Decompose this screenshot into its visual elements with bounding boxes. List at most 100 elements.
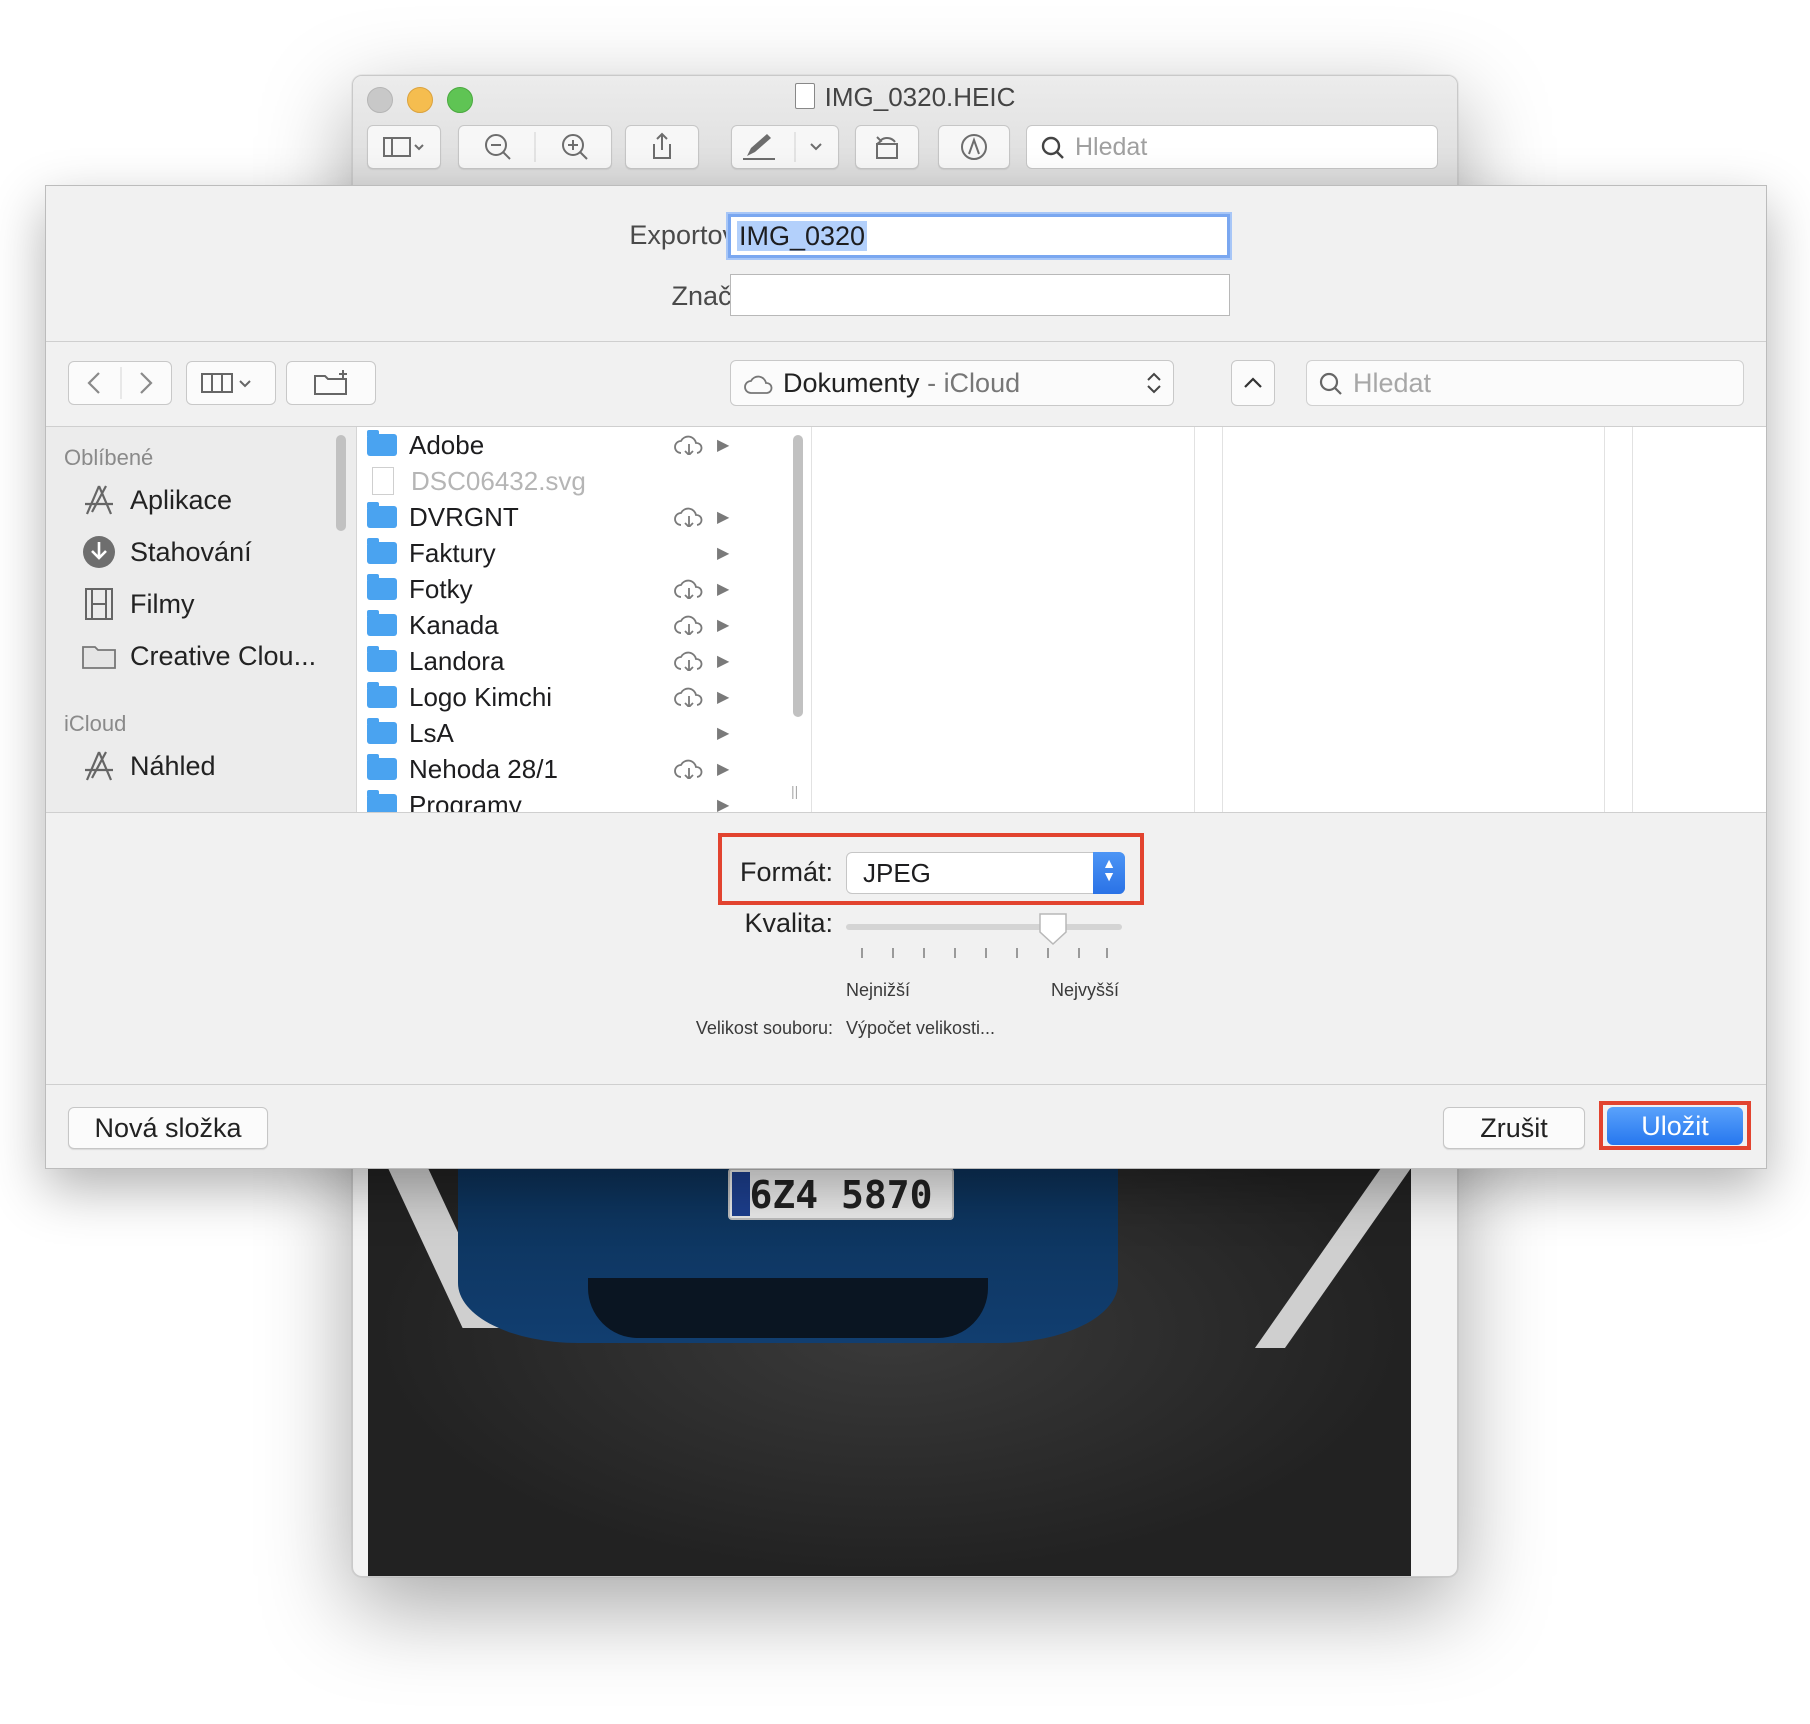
cancel-button[interactable]: Zrušit [1443, 1107, 1585, 1149]
file-row[interactable]: Adobe ▶ [367, 427, 737, 463]
folder-icon [367, 430, 397, 456]
sidebar: Oblíbené Aplikace Stahování Filmy Creati… [46, 427, 357, 812]
rotate-button[interactable] [855, 125, 919, 169]
annotate-button[interactable] [938, 125, 1010, 169]
disclosure-arrow-icon: ▶ [717, 761, 730, 778]
file-name: LsA [409, 717, 454, 748]
file-row[interactable]: Programy ▶ [367, 787, 737, 813]
export-name-field[interactable]: IMG_0320 [728, 214, 1230, 258]
file-row[interactable]: LsA ▶ [367, 715, 737, 751]
sidebar-header-favorites: Oblíbené [64, 445, 154, 470]
slider-tick [985, 948, 987, 958]
quality-min-label: Nejnižší [846, 980, 911, 1000]
disclosure-arrow-icon: ▶ [717, 437, 730, 454]
file-name: DSC06432.svg [411, 465, 586, 496]
view-mode-button[interactable] [186, 361, 276, 405]
sidebar-toggle-button[interactable] [367, 125, 441, 169]
file-row[interactable]: Nehoda 28/1 ▶ [367, 751, 737, 787]
file-icon [372, 467, 394, 495]
sidebar-item-filmy[interactable]: Filmy [80, 584, 194, 624]
sidebar-item-nahled[interactable]: Náhled [80, 746, 216, 786]
window-title: IMG_0320.HEIC [353, 82, 1457, 113]
column-divider[interactable] [1604, 427, 1605, 812]
sidebar-scrollbar[interactable] [336, 435, 346, 531]
sidebar-item-label: Stahování [130, 536, 252, 567]
rotate-icon [876, 136, 898, 159]
quality-max-label: Nejvyšší [1051, 980, 1120, 1000]
location-sub: iCloud [943, 368, 1021, 398]
file-row[interactable]: Fotky ▶ [367, 571, 737, 607]
filesize-label: Velikost souboru: [695, 1018, 833, 1038]
window-title-text: IMG_0320.HEIC [824, 82, 1016, 112]
sidebar-item-aplikace[interactable]: Aplikace [80, 480, 232, 520]
file-row[interactable]: Faktury ▶ [367, 535, 737, 571]
disclosure-arrow-icon: ▶ [717, 689, 730, 706]
search-icon [1041, 136, 1064, 159]
file-name: Nehoda 28/1 [409, 753, 558, 784]
file-column-scrollbar[interactable] [793, 435, 803, 717]
file-name: Faktury [409, 537, 496, 568]
road-marking [1254, 1168, 1411, 1348]
new-folder-button[interactable]: Nová složka [68, 1107, 268, 1149]
cloud-download-icon [674, 687, 703, 707]
back-icon [87, 372, 100, 394]
folder-icon [367, 646, 397, 672]
column-divider[interactable] [1632, 427, 1633, 812]
location-separator: - [919, 368, 944, 398]
sidebar-item-label: Filmy [130, 588, 195, 619]
zoom-in-icon [562, 134, 588, 160]
folder-icon [367, 682, 397, 708]
file-row[interactable]: DVRGNT ▶ [367, 499, 737, 535]
disclosure-arrow-icon: ▶ [717, 545, 730, 562]
folder-icon [367, 502, 397, 528]
export-sheet: Exportovat: IMG_0320 Značky: Dokumenty -… [45, 185, 1767, 1169]
format-value: JPEG [863, 858, 931, 888]
preview-search-field[interactable]: Hledat [1026, 125, 1438, 169]
share-icon [653, 132, 671, 159]
sidebar-item-creative-cloud[interactable]: Creative Clou... [80, 636, 316, 676]
disclosure-arrow-icon: ▶ [717, 581, 730, 598]
file-row[interactable]: Landora ▶ [367, 643, 737, 679]
sidebar-item-stahovani[interactable]: Stahování [80, 532, 252, 572]
zoom-group [458, 125, 612, 169]
disclosure-arrow-icon: ▶ [717, 509, 730, 526]
markup-icon [743, 132, 822, 162]
column-divider[interactable] [811, 427, 812, 812]
location-popup[interactable]: Dokumenty - iCloud [730, 360, 1174, 406]
file-name: Programy [409, 789, 522, 813]
file-name: Logo Kimchi [409, 681, 553, 712]
tags-label: Značky: [671, 281, 766, 311]
zoom-icons [485, 132, 588, 162]
save-button[interactable]: Uložit [1607, 1107, 1743, 1145]
forward-icon [140, 372, 153, 394]
markup-button[interactable] [731, 125, 839, 169]
tags-field[interactable] [730, 274, 1230, 316]
slider-tick [1078, 948, 1080, 958]
folder-icon [367, 754, 397, 780]
file-name: DVRGNT [409, 501, 519, 532]
apps-icon [85, 751, 113, 781]
file-name: Landora [409, 645, 505, 676]
slider-tick [1047, 948, 1049, 958]
share-button[interactable] [625, 125, 699, 169]
cloud-download-icon [674, 435, 703, 455]
sidebar-item-label: Creative Clou... [130, 640, 317, 671]
collapse-button[interactable] [1231, 360, 1275, 406]
quality-slider-track[interactable] [846, 924, 1122, 930]
quality-slider-knob[interactable] [1038, 912, 1068, 946]
document-icon [794, 83, 815, 109]
file-row[interactable]: Kanada ▶ [367, 607, 737, 643]
quality-label: Kvalita: [744, 908, 833, 938]
slider-tick [923, 948, 925, 958]
browser-search-field[interactable]: Hledat [1306, 360, 1744, 406]
eu-band [732, 1172, 750, 1216]
file-row[interactable]: Logo Kimchi ▶ [367, 679, 737, 715]
column-resize-handle[interactable]: || [791, 783, 798, 799]
column-divider[interactable] [1222, 427, 1223, 812]
column-divider[interactable] [1194, 427, 1195, 812]
format-select[interactable]: JPEG ▲ ▼ [846, 852, 1125, 894]
new-folder-icon-button[interactable] [286, 361, 376, 405]
cloud-download-icon [674, 759, 703, 779]
folder-icon [82, 646, 116, 669]
sidebar-item-label: Aplikace [130, 484, 233, 515]
